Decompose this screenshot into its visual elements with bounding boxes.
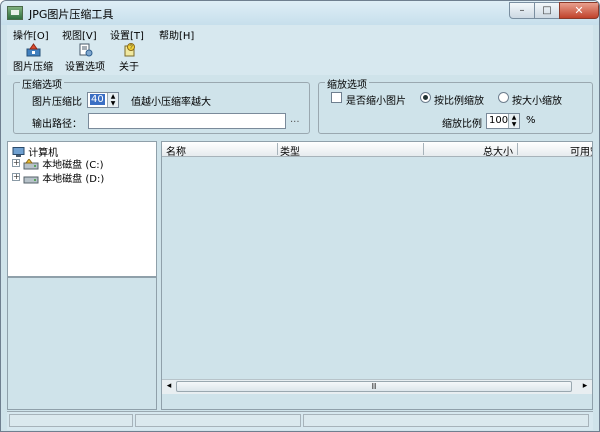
- menu-help[interactable]: 帮助[H]: [159, 27, 194, 42]
- shrink-image-checkbox[interactable]: [331, 92, 342, 103]
- expand-d-drive-icon[interactable]: +: [12, 173, 20, 181]
- minimize-button[interactable]: –: [509, 2, 535, 19]
- menu-operation[interactable]: 操作[O]: [13, 27, 49, 42]
- compression-ratio-label: 图片压缩比: [32, 97, 82, 108]
- compression-group-label: 压缩选项: [20, 76, 64, 91]
- settings-label: 设置选项: [65, 62, 105, 73]
- compression-ratio-spinner[interactable]: 40 ▲ ▼: [87, 92, 119, 108]
- title-bar: JPG图片压缩工具 – □ ✕: [1, 1, 599, 25]
- output-path-label: 输出路径：: [32, 119, 82, 130]
- scaling-options-group: 缩放选项 是否缩小图片 按比例缩放 按大小缩放 缩放比例 100 ▲ ▼ %: [318, 76, 593, 134]
- horizontal-scrollbar[interactable]: ◂ Ⅲ ▸: [162, 379, 592, 394]
- scale-by-size-label: 按大小缩放: [512, 96, 562, 107]
- spin-up-icon[interactable]: ▲: [108, 93, 118, 100]
- output-path-input[interactable]: [88, 113, 286, 129]
- drive-icon: [23, 158, 39, 170]
- spin-down-icon[interactable]: ▼: [509, 121, 519, 128]
- settings-icon: [79, 43, 92, 57]
- close-button[interactable]: ✕: [559, 2, 599, 19]
- window-title: JPG图片压缩工具: [29, 8, 114, 21]
- menu-view[interactable]: 视图[V]: [62, 27, 97, 42]
- list-header: 名称 类型 总大小 可用空: [162, 142, 592, 158]
- compression-options-group: 压缩选项 图片压缩比 40 ▲ ▼ 值越小压缩率越大 输出路径： ...: [13, 76, 310, 134]
- scaling-group-label: 缩放选项: [325, 76, 369, 91]
- scale-by-ratio-label: 按比例缩放: [434, 96, 484, 107]
- compress-label: 图片压缩: [13, 62, 53, 73]
- toolbar: 图片压缩 设置选项 ? 关于: [7, 41, 593, 75]
- status-cell-3: [303, 414, 589, 427]
- preview-pane: [7, 277, 157, 410]
- column-total-size[interactable]: 总大小: [426, 143, 518, 158]
- scale-ratio-label: 缩放比例: [442, 119, 482, 130]
- status-cell-2: [135, 414, 301, 427]
- spinner-buttons[interactable]: ▲ ▼: [107, 93, 118, 107]
- scale-ratio-spinner[interactable]: 100 ▲ ▼: [486, 113, 520, 129]
- scale-ratio-value: 100: [489, 115, 509, 126]
- maximize-button[interactable]: □: [534, 2, 560, 19]
- scroll-thumb[interactable]: Ⅲ: [176, 381, 572, 392]
- column-free-space[interactable]: 可用空: [520, 143, 592, 158]
- expand-c-drive-icon[interactable]: +: [12, 159, 20, 167]
- compress-button[interactable]: 图片压缩: [13, 43, 53, 73]
- scale-by-size-radio[interactable]: [498, 92, 509, 103]
- about-label: 关于: [119, 62, 139, 73]
- compression-ratio-value: 40: [90, 94, 105, 105]
- about-button[interactable]: ? 关于: [119, 43, 139, 73]
- scroll-left-icon[interactable]: ◂: [164, 381, 174, 392]
- scroll-right-icon[interactable]: ▸: [580, 381, 590, 392]
- spinner-buttons[interactable]: ▲ ▼: [508, 114, 519, 128]
- browse-button[interactable]: ...: [290, 114, 300, 125]
- app-window: JPG图片压缩工具 – □ ✕ 操作[O] 视图[V] 设置[T] 帮助[H] …: [0, 0, 600, 432]
- column-type[interactable]: 类型: [280, 143, 424, 158]
- scale-unit: %: [526, 115, 536, 126]
- status-cell-1: [9, 414, 133, 427]
- tree-item-label: 本地磁盘 (D:): [42, 174, 105, 185]
- menu-bar: 操作[O] 视图[V] 设置[T] 帮助[H]: [7, 25, 593, 42]
- compression-ratio-hint: 值越小压缩率越大: [131, 97, 211, 108]
- shrink-image-label: 是否缩小图片: [346, 96, 406, 107]
- column-name[interactable]: 名称: [166, 143, 278, 158]
- file-list[interactable]: 名称 类型 总大小 可用空 ◂ Ⅲ ▸: [161, 141, 593, 410]
- status-bar: [7, 411, 593, 430]
- spin-up-icon[interactable]: ▲: [509, 114, 519, 121]
- folder-tree[interactable]: 计算机 + 本地磁盘 (C:) + 本地磁盘 (D:): [7, 141, 157, 277]
- spin-down-icon[interactable]: ▼: [108, 100, 118, 107]
- app-icon: [7, 6, 23, 20]
- menu-settings[interactable]: 设置[T]: [110, 27, 144, 42]
- scale-by-ratio-radio[interactable]: [420, 92, 431, 103]
- drive-icon: [23, 176, 39, 184]
- tree-item-c-drive[interactable]: 本地磁盘 (C:): [23, 156, 104, 171]
- compress-icon: [26, 43, 40, 57]
- settings-button[interactable]: 设置选项: [65, 43, 105, 73]
- about-icon: ?: [124, 43, 135, 57]
- tree-item-d-drive[interactable]: 本地磁盘 (D:): [23, 170, 104, 185]
